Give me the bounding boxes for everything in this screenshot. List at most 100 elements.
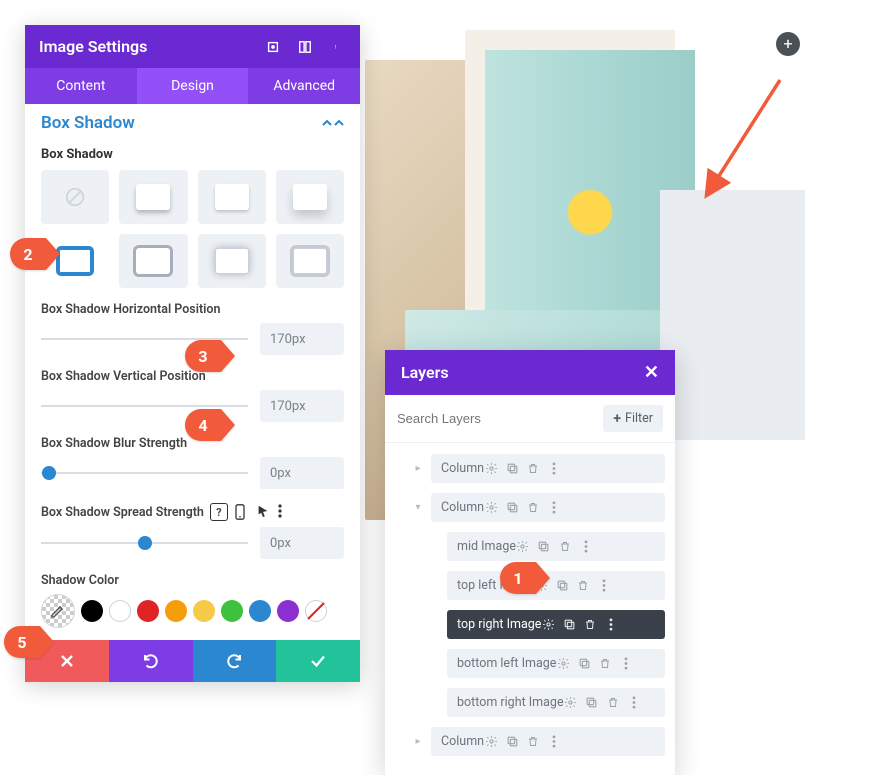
trash-icon[interactable] xyxy=(606,696,620,710)
callout-1: 1 xyxy=(500,562,536,594)
layer-text: bottom right Image xyxy=(457,695,564,710)
color-green[interactable] xyxy=(221,600,243,622)
layer-row[interactable]: ▸bottom left Image xyxy=(389,644,671,683)
more-icon[interactable] xyxy=(619,657,633,671)
blur-value[interactable]: 0px xyxy=(260,457,344,489)
gear-icon[interactable] xyxy=(541,618,555,632)
gear-icon[interactable] xyxy=(564,696,578,710)
layer-actions xyxy=(484,501,561,515)
gear-icon[interactable] xyxy=(484,735,498,749)
layers-close-button[interactable]: ✕ xyxy=(644,364,659,382)
layer-label[interactable]: Column xyxy=(431,454,665,483)
gear-icon[interactable] xyxy=(484,462,498,476)
duplicate-icon[interactable] xyxy=(505,501,519,515)
layer-row[interactable]: ▸ Column xyxy=(389,449,671,488)
shadow-preset-2[interactable] xyxy=(198,170,266,224)
duplicate-icon[interactable] xyxy=(585,696,599,710)
trash-icon[interactable] xyxy=(526,462,540,476)
duplicate-icon[interactable] xyxy=(577,657,591,671)
layer-actions xyxy=(516,540,593,554)
blur-slider[interactable] xyxy=(41,463,248,483)
tab-content[interactable]: Content xyxy=(25,68,137,104)
layer-row[interactable]: ▾ Column xyxy=(389,488,671,527)
trash-icon[interactable] xyxy=(526,735,540,749)
add-section-button[interactable]: + xyxy=(776,32,800,56)
more-icon[interactable] xyxy=(547,735,561,749)
color-none[interactable] xyxy=(305,600,327,622)
section-box-shadow[interactable]: Box Shadow xyxy=(41,105,344,139)
layer-row[interactable]: ▸top right Image xyxy=(389,605,671,644)
more-icon[interactable] xyxy=(328,38,346,56)
layer-row[interactable]: ▸ Column xyxy=(389,722,671,761)
caret-right-icon[interactable]: ▸ xyxy=(411,463,425,474)
more-icon[interactable] xyxy=(579,540,593,554)
shadow-preset-5[interactable] xyxy=(119,234,187,288)
spread-slider[interactable] xyxy=(41,533,248,553)
layer-row[interactable]: ▸mid Image xyxy=(389,527,671,566)
shadow-preset-6[interactable] xyxy=(198,234,266,288)
layers-filter-button[interactable]: + Filter xyxy=(603,405,663,432)
spread-value[interactable]: 0px xyxy=(260,527,344,559)
color-yellow[interactable] xyxy=(193,600,215,622)
redo-button[interactable] xyxy=(193,640,277,682)
spread-help-icon[interactable]: ? xyxy=(210,503,228,521)
shadow-preset-3[interactable] xyxy=(276,170,344,224)
color-red[interactable] xyxy=(137,600,159,622)
duplicate-icon[interactable] xyxy=(562,618,576,632)
gear-icon[interactable] xyxy=(516,540,530,554)
save-button[interactable] xyxy=(276,640,360,682)
option-more-icon[interactable] xyxy=(278,504,294,520)
horizontal-value[interactable]: 170px xyxy=(260,323,344,355)
caret-right-icon[interactable]: ▸ xyxy=(411,736,425,747)
more-icon[interactable] xyxy=(627,696,641,710)
tab-advanced[interactable]: Advanced xyxy=(248,68,360,104)
layer-actions xyxy=(556,657,633,671)
duplicate-icon[interactable] xyxy=(505,462,519,476)
layers-list: ▸ Column ▾ Column ▸mid Image ▸ top left Image ▸… xyxy=(385,443,675,775)
hover-cursor-icon[interactable] xyxy=(256,504,272,520)
duplicate-icon[interactable] xyxy=(555,579,569,593)
responsive-phone-icon[interactable] xyxy=(234,504,250,520)
trash-icon[interactable] xyxy=(576,579,590,593)
trash-icon[interactable] xyxy=(583,618,597,632)
color-white[interactable] xyxy=(109,600,131,622)
shadow-preset-none[interactable] xyxy=(41,170,109,224)
gear-icon[interactable] xyxy=(484,501,498,515)
trash-icon[interactable] xyxy=(598,657,612,671)
more-icon[interactable] xyxy=(547,501,561,515)
callout-2: 2 xyxy=(10,238,46,270)
layers-search-input[interactable] xyxy=(397,411,595,426)
color-orange[interactable] xyxy=(165,600,187,622)
duplicate-icon[interactable] xyxy=(505,735,519,749)
layer-text: Column xyxy=(441,500,484,515)
shadow-preset-1[interactable] xyxy=(119,170,187,224)
layer-label[interactable]: top left Image xyxy=(447,571,665,600)
layer-row[interactable]: ▸bottom right Image xyxy=(389,683,671,722)
trash-icon[interactable] xyxy=(558,540,572,554)
panel-tabs: Content Design Advanced xyxy=(25,68,360,104)
more-icon[interactable] xyxy=(597,579,611,593)
color-black[interactable] xyxy=(81,600,103,622)
color-blue[interactable] xyxy=(249,600,271,622)
layer-label[interactable]: Column xyxy=(431,727,665,756)
more-icon[interactable] xyxy=(547,462,561,476)
trash-icon[interactable] xyxy=(526,501,540,515)
shadow-preset-7[interactable] xyxy=(276,234,344,288)
color-purple[interactable] xyxy=(277,600,299,622)
vertical-value[interactable]: 170px xyxy=(260,390,344,422)
color-picker-button[interactable] xyxy=(41,594,75,628)
caret-down-icon[interactable]: ▾ xyxy=(411,502,425,513)
help-icon[interactable] xyxy=(296,38,314,56)
section-collapse-icon[interactable] xyxy=(322,118,344,128)
layer-label[interactable]: bottom right Image xyxy=(447,688,665,717)
more-icon[interactable] xyxy=(604,618,618,632)
layer-label[interactable]: mid Image xyxy=(447,532,665,561)
layer-label[interactable]: Column xyxy=(431,493,665,522)
undo-button[interactable] xyxy=(109,640,193,682)
layer-label[interactable]: bottom left Image xyxy=(447,649,665,678)
tab-design[interactable]: Design xyxy=(137,68,249,104)
gear-icon[interactable] xyxy=(556,657,570,671)
expand-icon[interactable] xyxy=(264,38,282,56)
layer-label[interactable]: top right Image xyxy=(447,610,665,639)
duplicate-icon[interactable] xyxy=(537,540,551,554)
